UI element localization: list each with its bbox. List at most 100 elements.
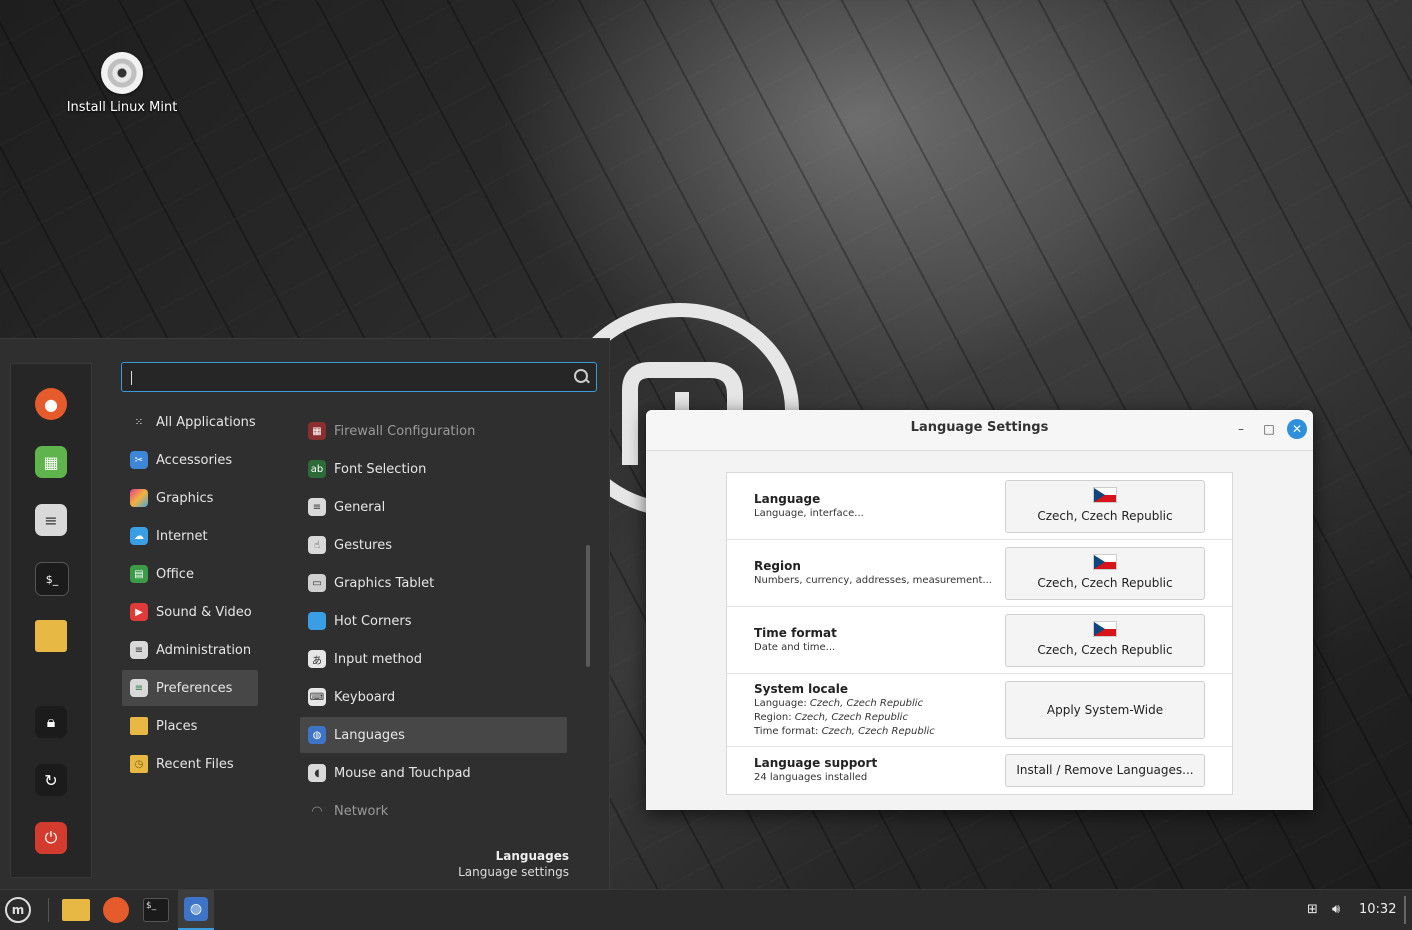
close-button[interactable]: ✕ xyxy=(1287,419,1307,439)
search-input[interactable] xyxy=(121,362,597,392)
app-languages[interactable]: ◍ Languages xyxy=(300,717,567,753)
show-desktop-handle[interactable] xyxy=(1404,896,1406,924)
system-settings-icon[interactable]: ≡ xyxy=(35,504,67,536)
app-font-selection[interactable]: ab Font Selection xyxy=(300,451,567,487)
application-menu: ● ▦ ≡ $_ 🔒︎ ↻ ⏻ ⁙ All Applications ✂ Acces… xyxy=(0,338,610,890)
app-general[interactable]: ≡ General xyxy=(300,489,567,525)
apps-scrollbar[interactable] xyxy=(586,545,590,667)
locale-region-value: Czech, Czech Republic xyxy=(794,712,908,723)
selected-app-title: Languages xyxy=(495,849,569,863)
volume-icon[interactable]: 🔊︎ xyxy=(1332,902,1340,917)
category-label: Graphics xyxy=(156,490,214,506)
taskbar-language-settings-window[interactable]: ◍ xyxy=(178,890,214,930)
mint-menu-icon: m xyxy=(5,897,31,923)
czech-flag-icon xyxy=(1093,554,1117,570)
font-icon: ab xyxy=(308,460,326,478)
folder-icon xyxy=(62,899,90,921)
locale-language-value: Czech, Czech Republic xyxy=(809,698,924,709)
install-remove-languages-button[interactable]: Install / Remove Languages... xyxy=(1005,754,1205,787)
language-row: Language Language, interface... Czech, C… xyxy=(727,473,1232,540)
category-label: Accessories xyxy=(156,452,233,468)
app-hot-corners[interactable]: Hot Corners xyxy=(300,603,567,639)
office-icon: ▤ xyxy=(130,565,148,583)
administration-icon: ≡ xyxy=(130,641,148,659)
locale-region-label: Region: xyxy=(754,712,792,723)
app-firewall-configuration[interactable]: ▦ Firewall Configuration xyxy=(300,413,567,449)
category-all-applications[interactable]: ⁙ All Applications xyxy=(122,404,258,440)
row-subtitle: Date and time... xyxy=(754,642,836,653)
language-select-button[interactable]: Czech, Czech Republic xyxy=(1005,480,1205,533)
clock[interactable]: 10:32 xyxy=(1359,902,1396,917)
category-places[interactable]: Places xyxy=(122,708,258,744)
button-label: Czech, Czech Republic xyxy=(1037,576,1173,590)
row-subtitle: Language, interface... xyxy=(754,508,864,519)
app-keyboard[interactable]: ⌨ Keyboard xyxy=(300,679,567,715)
row-subtitle: 24 languages installed xyxy=(754,772,868,783)
app-mouse-and-touchpad[interactable]: ◖ Mouse and Touchpad xyxy=(300,755,567,791)
region-select-button[interactable]: Czech, Czech Republic xyxy=(1005,547,1205,600)
button-label: Czech, Czech Republic xyxy=(1037,509,1173,523)
app-network[interactable]: ◠ Network xyxy=(300,793,567,829)
category-accessories[interactable]: ✂ Accessories xyxy=(122,442,258,478)
app-label: General xyxy=(334,499,386,515)
region-row: Region Numbers, currency, addresses, mea… xyxy=(727,540,1232,607)
files-icon[interactable] xyxy=(35,620,67,652)
category-office[interactable]: ▤ Office xyxy=(122,556,258,592)
logout-icon[interactable]: ↻ xyxy=(35,764,67,796)
app-graphics-tablet[interactable]: ▭ Graphics Tablet xyxy=(300,565,567,601)
row-title: Region xyxy=(754,559,801,573)
taskbar-separator xyxy=(48,898,49,922)
row-title: Language support xyxy=(754,756,878,770)
category-label: Office xyxy=(156,566,194,582)
hot-corners-icon xyxy=(308,612,326,630)
lock-screen-icon[interactable]: 🔒︎ xyxy=(35,706,67,738)
app-label: Input method xyxy=(334,651,422,667)
preferences-icon: ≡ xyxy=(130,679,148,697)
install-linux-mint-desktop-icon[interactable]: Install Linux Mint xyxy=(60,52,184,115)
apply-system-wide-button[interactable]: Apply System-Wide xyxy=(1005,681,1205,739)
category-preferences[interactable]: ≡ Preferences xyxy=(122,670,258,706)
category-graphics[interactable]: Graphics xyxy=(122,480,258,516)
taskbar-terminal-launcher[interactable]: $_ xyxy=(140,894,172,926)
language-settings-window: Language Settings – □ ✕ Language Languag… xyxy=(646,410,1313,810)
shutdown-icon[interactable]: ⏻ xyxy=(35,822,67,854)
locale-time-line: Time format: Czech, Czech Republic xyxy=(754,725,935,739)
scissors-icon: ✂ xyxy=(130,451,148,469)
search-icon xyxy=(574,369,588,383)
category-administration[interactable]: ≡ Administration xyxy=(122,632,258,668)
app-label: Hot Corners xyxy=(334,613,412,629)
time-format-select-button[interactable]: Czech, Czech Republic xyxy=(1005,614,1205,667)
category-label: Internet xyxy=(156,528,208,544)
category-sound-video[interactable]: ▶ Sound & Video xyxy=(122,594,258,630)
app-input-method[interactable]: あ Input method xyxy=(300,641,567,677)
app-label: Graphics Tablet xyxy=(334,575,435,591)
minimize-button[interactable]: – xyxy=(1231,419,1251,439)
firefox-icon[interactable]: ● xyxy=(35,388,67,420)
window-titlebar[interactable]: Language Settings – □ ✕ xyxy=(646,410,1313,451)
network-icon[interactable]: ⊞ xyxy=(1307,902,1318,917)
locale-language-label: Language: xyxy=(754,698,807,709)
taskbar-files-launcher[interactable] xyxy=(60,894,92,926)
grid-icon: ⁙ xyxy=(134,416,144,428)
app-label: Firewall Configuration xyxy=(334,423,476,439)
row-title: Time format xyxy=(754,626,837,640)
disc-icon xyxy=(101,52,143,94)
taskbar: m $_ ◍ ⊞ 🔊︎ 10:32 xyxy=(0,889,1412,930)
maximize-button[interactable]: □ xyxy=(1259,419,1279,439)
system-locale-row: System locale Language: Czech, Czech Rep… xyxy=(727,674,1232,747)
terminal-icon[interactable]: $_ xyxy=(35,562,69,596)
app-label: Network xyxy=(334,803,389,819)
locale-time-label: Time format: xyxy=(754,726,819,737)
category-label: Preferences xyxy=(156,680,233,696)
locale-region-line: Region: Czech, Czech Republic xyxy=(754,711,935,725)
software-manager-icon[interactable]: ▦ xyxy=(35,446,67,478)
menu-button[interactable]: m xyxy=(2,894,34,926)
taskbar-firefox-launcher[interactable] xyxy=(100,894,132,926)
category-internet[interactable]: ☁ Internet xyxy=(122,518,258,554)
row-title: Language xyxy=(754,492,821,506)
app-gestures[interactable]: ☝ Gestures xyxy=(300,527,567,563)
category-label: Administration xyxy=(156,642,252,658)
general-settings-icon: ≡ xyxy=(308,498,326,516)
category-recent-files[interactable]: ◷ Recent Files xyxy=(122,746,258,782)
locale-language-line: Language: Czech, Czech Republic xyxy=(754,697,935,711)
